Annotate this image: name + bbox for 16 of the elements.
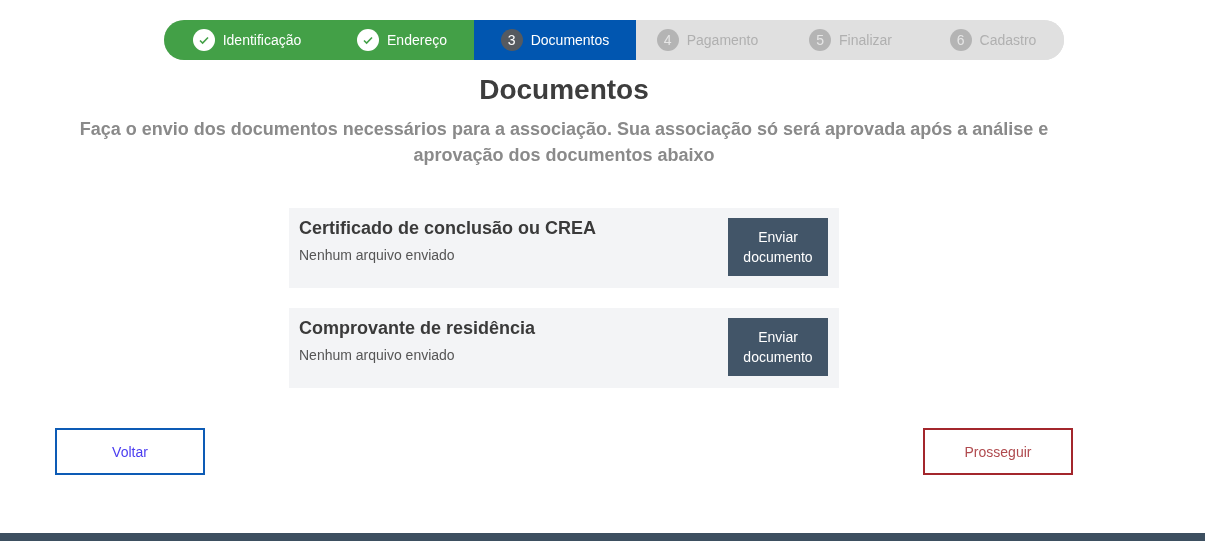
- page-title: Documentos: [479, 74, 649, 106]
- page-subtitle: Faça o envio dos documentos necessários para a associação. Sua associação só será aprovada após a análise e aprovação dos documentos abaixo: [78, 118, 1050, 167]
- send-document-button[interactable]: Enviar documento: [728, 318, 828, 376]
- next-button[interactable]: Prosseguir: [923, 428, 1073, 475]
- step-label: Endereço: [387, 32, 447, 48]
- back-button[interactable]: Voltar: [55, 428, 205, 475]
- check-icon: [362, 34, 375, 46]
- step-label: Documentos: [530, 32, 610, 48]
- document-status: Nenhum arquivo enviado: [299, 247, 456, 263]
- document-name: Comprovante de residência: [299, 318, 536, 339]
- document-status: Nenhum arquivo enviado: [299, 347, 456, 363]
- step-label: Identificação: [222, 32, 302, 48]
- send-document-button[interactable]: Enviar documento: [728, 218, 828, 276]
- step-number: 3: [500, 29, 523, 51]
- check-icon: [197, 34, 210, 46]
- document-name: Certificado de conclusão ou CREA: [299, 218, 597, 239]
